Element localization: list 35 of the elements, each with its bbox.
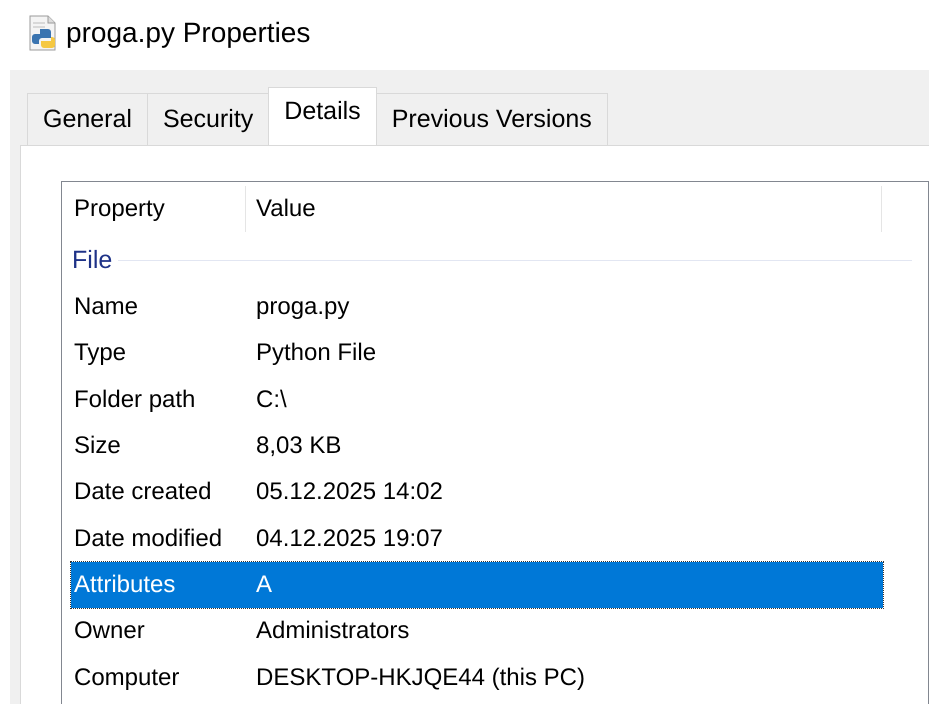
- property-row[interactable]: Date created 05.12.2025 14:02: [71, 469, 883, 516]
- property-row[interactable]: Owner Administrators: [71, 608, 883, 654]
- property-row[interactable]: Computer DESKTOP-HKJQE44 (this PC): [71, 654, 883, 701]
- property-value: 05.12.2025 14:02: [255, 478, 444, 506]
- property-row[interactable]: Date modified 04.12.2025 19:07: [71, 515, 883, 562]
- column-header[interactable]: Property: [71, 186, 246, 232]
- property-name: Type: [73, 339, 128, 368]
- group-header: File: [71, 246, 112, 274]
- property-name: Computer: [73, 664, 180, 692]
- property-name: Name: [73, 293, 140, 322]
- property-name: Date modified: [73, 524, 224, 553]
- property-value: C:\: [255, 386, 288, 414]
- property-value: 8,03 KB: [255, 432, 342, 460]
- property-name: Date created: [73, 478, 212, 506]
- property-row[interactable]: Folder path C:\: [71, 376, 883, 423]
- property-name: Owner: [73, 617, 146, 646]
- property-row[interactable]: Name proga.py: [71, 284, 883, 330]
- tab[interactable]: General: [27, 93, 148, 145]
- property-row[interactable]: Size 8,03 KB: [71, 422, 883, 470]
- property-row[interactable]: Type Python File: [71, 330, 883, 377]
- window-title: proga.py Properties: [66, 17, 310, 49]
- property-value: proga.py: [255, 293, 350, 322]
- property-value: A: [255, 570, 274, 599]
- property-name: Attributes: [73, 570, 176, 599]
- property-value: DESKTOP-HKJQE44 (this PC): [255, 664, 586, 692]
- column-header[interactable]: Value: [246, 186, 882, 232]
- property-value: Python File: [255, 339, 378, 368]
- tab[interactable]: Details: [268, 87, 377, 145]
- property-value: Administrators: [255, 617, 410, 646]
- property-row[interactable]: Attributes A: [71, 562, 883, 608]
- property-name: Size: [73, 432, 122, 460]
- property-name: Folder path: [73, 386, 196, 414]
- python-file-icon: [28, 15, 58, 51]
- property-value: 04.12.2025 19:07: [255, 524, 444, 553]
- tab[interactable]: Previous Versions: [376, 93, 608, 145]
